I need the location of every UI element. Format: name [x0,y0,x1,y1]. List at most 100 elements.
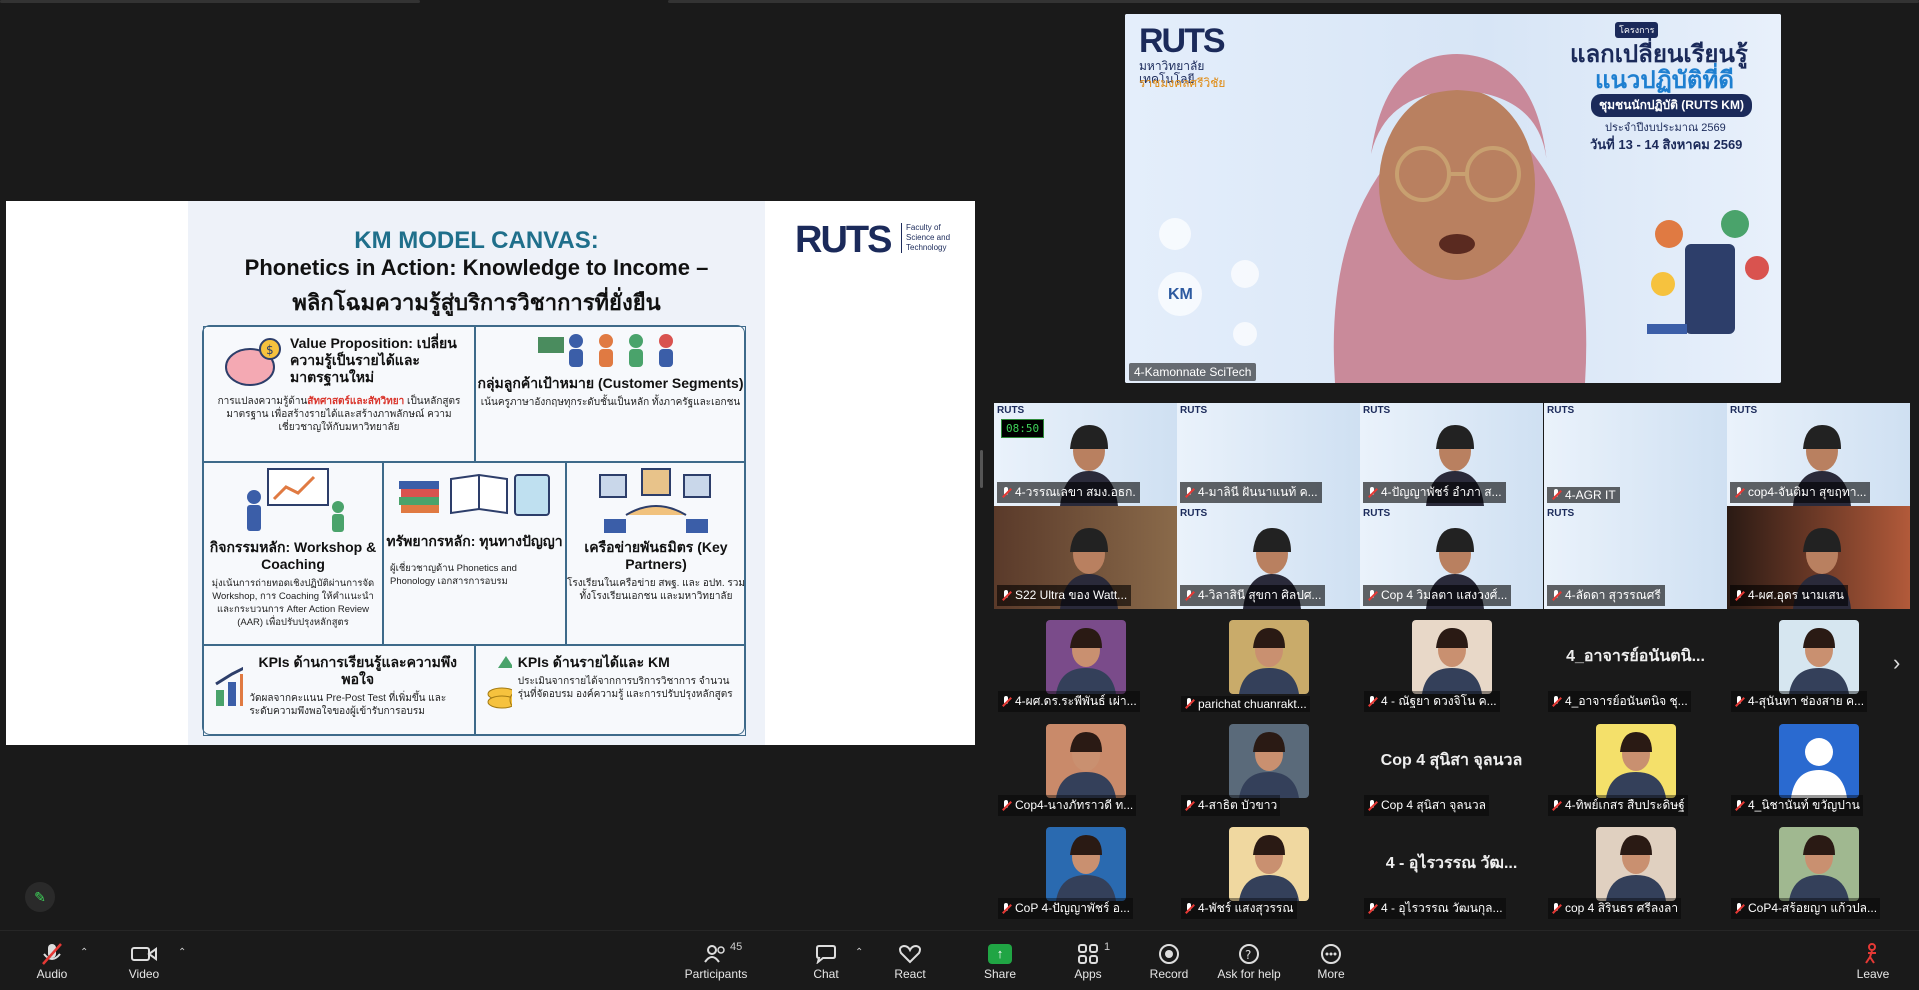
ruts-logo: RUTS [1139,22,1226,60]
participant-avatar-tile[interactable]: cop 4 สิรินธร ศรีลงลา [1544,823,1727,923]
slide-subtitle: Phonetics in Action: Knowledge to Income… [244,255,709,280]
kpi-income-body: ประเมินจากรายได้จากการบริการวิชาการ จำนว… [517,676,733,700]
km-graphic-icon: KM [1158,218,1259,346]
mic-muted-icon [1551,489,1561,501]
react-button[interactable]: React [894,931,926,990]
participant-video-tile[interactable]: RUTS 4-AGR IT [1544,403,1727,506]
value-proposition-cell: $ Value Proposition: เปลี่ยนความรู้เป็นร… [203,326,475,462]
kpi-income-title: KPIs ด้านรายได้และ KM [517,654,670,670]
avatar [1045,827,1126,901]
share-button[interactable]: ↑ Share [984,931,1016,990]
key-resources-cell: ทรัพยากรหลัก: ทุนทางปัญญา ผู้เชี่ยวชาญด้… [383,462,566,645]
books-icon [384,467,565,529]
mic-muted-icon [1001,486,1011,499]
mic-muted-icon [1184,698,1194,710]
apps-button[interactable]: Apps 1 [1072,931,1110,990]
slide-title: KM MODEL CANVAS: [354,227,599,254]
panel-resize-handle[interactable] [980,450,983,488]
svg-text:$: $ [266,343,274,357]
record-button[interactable]: Record [1150,931,1188,990]
key-activities-body: มุ่งเน้นการถ่ายทอดเชิงปฏิบัติผ่านการจัด … [211,578,375,628]
key-partners-title: เครือข่ายพันธมิตร (Key Partners) [584,539,728,572]
participants-count: 45 [730,941,743,953]
participant-video-tile[interactable]: RUTS Cop 4 วิมลตา แสงวงศ์... [1360,506,1543,609]
brain-money-icon: $ [225,338,281,386]
more-button[interactable]: More [1316,931,1346,990]
ruts-logo: RUTS Faculty of Science and Technology [795,219,951,261]
leave-icon [1862,941,1884,967]
avatar [1595,827,1676,901]
participant-avatar-tile[interactable]: Cop4-นางภัทราวดี ท... [994,720,1177,820]
participant-video-tile[interactable]: RUTS 4-ปัญญาพัชร์ อำภา ส... [1360,403,1543,506]
participant-video-tile[interactable]: 4-ผศ.อุดร นามเสน [1727,506,1910,609]
meeting-stage: KM MODEL CANVAS: Phonetics in Action: Kn… [0,0,1919,930]
customer-segments-cell: กลุ่มลูกค้าเป้าหมาย (Customer Segments) … [475,326,746,462]
more-dots-icon [1320,941,1342,967]
mic-muted-icon [1734,902,1744,915]
mic-muted-icon [1001,799,1011,812]
timer-overlay: 08:50 [1001,419,1045,438]
workshop-icon [204,467,382,535]
avatar [1228,724,1309,798]
participant-avatar-tile[interactable]: 4 - อุไรวรรณ วัฒ... 4 - อุไรวรรณ วัฒนกุล.… [1360,823,1543,923]
default-avatar-icon [1778,724,1859,798]
mic-muted-icon [1184,486,1194,499]
shared-screen[interactable]: KM MODEL CANVAS: Phonetics in Action: Kn… [6,201,975,745]
apps-grid-icon [1077,941,1099,967]
chat-options-caret[interactable]: ⌃ [855,947,863,958]
key-activities-title: กิจกรรมหลัก: Workshop & Coaching [209,539,377,572]
mic-muted-icon [1367,486,1377,499]
participant-video-tile[interactable]: S22 Ultra ของ Watt... [994,506,1177,609]
participant-video-tile[interactable]: RUTS cop4-จันติมา สุขฤทา... [1727,403,1910,506]
mic-muted-icon [1001,902,1011,915]
participant-avatar-tile[interactable]: 4-สาธิต บัวขาว [1177,720,1360,820]
kpi-learning-title: KPIs ด้านการเรียนรู้และความพึงพอใจ [258,654,457,687]
participant-avatar-tile[interactable]: 4_อาจารย์อนันตนิ... 4_อาจารย์อนันตนิจ ชุ.… [1544,616,1727,716]
participant-avatar-tile[interactable]: 4-ผศ.ดร.ระพีพันธ์ เผ่า... [994,616,1177,716]
customer-segments-body: เน้นครูภาษาอังกฤษทุกระดับชั้นเป็นหลัก ทั… [480,397,741,408]
kpi-income-cell: KPIs ด้านรายได้และ KM ประเมินจากรายได้จา… [475,645,746,736]
kpi-learning-cell: KPIs ด้านการเรียนรู้และความพึงพอใจ วัดผล… [203,645,475,736]
participant-avatar-tile[interactable]: CoP 4-ปัญญาพัชร์ อ... [994,823,1177,923]
participant-video-tile[interactable]: RUTS 4-วิลาสินี สุขกา ศิลปศ... [1177,506,1360,609]
video-button[interactable]: Video [126,931,162,990]
record-icon [1158,941,1180,967]
mic-muted-icon [1551,589,1561,602]
audio-button[interactable]: Audio [34,931,70,990]
svg-text:KM: KM [1168,286,1193,303]
speaker-name-label: 4-Kamonnate SciTech [1129,363,1257,381]
mic-muted-icon [1367,589,1377,602]
active-speaker-video[interactable]: RUTS มหาวิทยาลัยเทคโนโลยี ราชมงคลศรีวิชั… [1125,14,1781,383]
audio-options-caret[interactable]: ⌃ [80,947,88,958]
participant-avatar-tile[interactable]: parichat chuanrakt... [1177,616,1360,716]
meeting-toolbar: Audio ⌃ Video ⌃ Participants 45 Chat ⌃ R… [0,930,1919,989]
participants-button[interactable]: Participants 45 [680,931,752,990]
participant-avatar-tile[interactable]: Cop 4 สุนิสา จุลนวล Cop 4 สุนิสา จุลนวล [1360,720,1543,820]
leave-button[interactable]: Leave [1857,931,1889,990]
participant-video-tile[interactable]: RUTS 4-มาลินี ฝันนาแนท้ ค... [1177,403,1360,506]
participant-avatar-tile[interactable]: 4-ทิพย์เกสร สืบประดิษฐ์ [1544,720,1727,820]
canvas-grid: $ Value Proposition: เปลี่ยนความรู้เป็นร… [202,325,746,736]
key-resources-body: ผู้เชี่ยวชาญด้าน Phonetics and Phonology… [390,563,517,587]
participant-avatar-tile[interactable]: CoP4-สร้อยญา แก้วปล... [1727,823,1910,923]
people-icon [476,331,745,371]
ask-for-help-button[interactable]: ? Ask for help [1217,931,1281,990]
participant-avatar-tile[interactable]: 4 - ณัฐยา ดวงจิโน ค... [1360,616,1543,716]
participant-avatar-tile[interactable]: 4_นิชานันท์ ขวัญปาน [1727,720,1910,820]
avatar [1778,620,1859,694]
next-page-chevron-icon[interactable]: › [1893,650,1900,676]
mic-muted-icon [1551,695,1561,708]
speaker-person [1333,54,1587,383]
participant-avatar-tile[interactable]: 4-สุนันทา ช่องสาย ค... [1727,616,1910,716]
chat-button[interactable]: Chat [812,931,840,990]
participant-video-tile[interactable]: RUTS 4-ลัดดา สุวรรณศรี [1544,506,1727,609]
mic-muted-icon [1734,589,1744,602]
avatar [1228,827,1309,901]
mic-muted-icon [1367,902,1377,915]
top-scroll-indicator [668,0,1919,3]
camera-icon [131,941,157,967]
participant-avatar-tile[interactable]: 4-พัชร์ แสงสุวรรณ [1177,823,1360,923]
key-partners-cell: เครือข่ายพันธมิตร (Key Partners) โรงเรีย… [566,462,746,645]
annotate-pencil-icon[interactable]: ✎ [25,882,55,912]
video-options-caret[interactable]: ⌃ [178,947,186,958]
